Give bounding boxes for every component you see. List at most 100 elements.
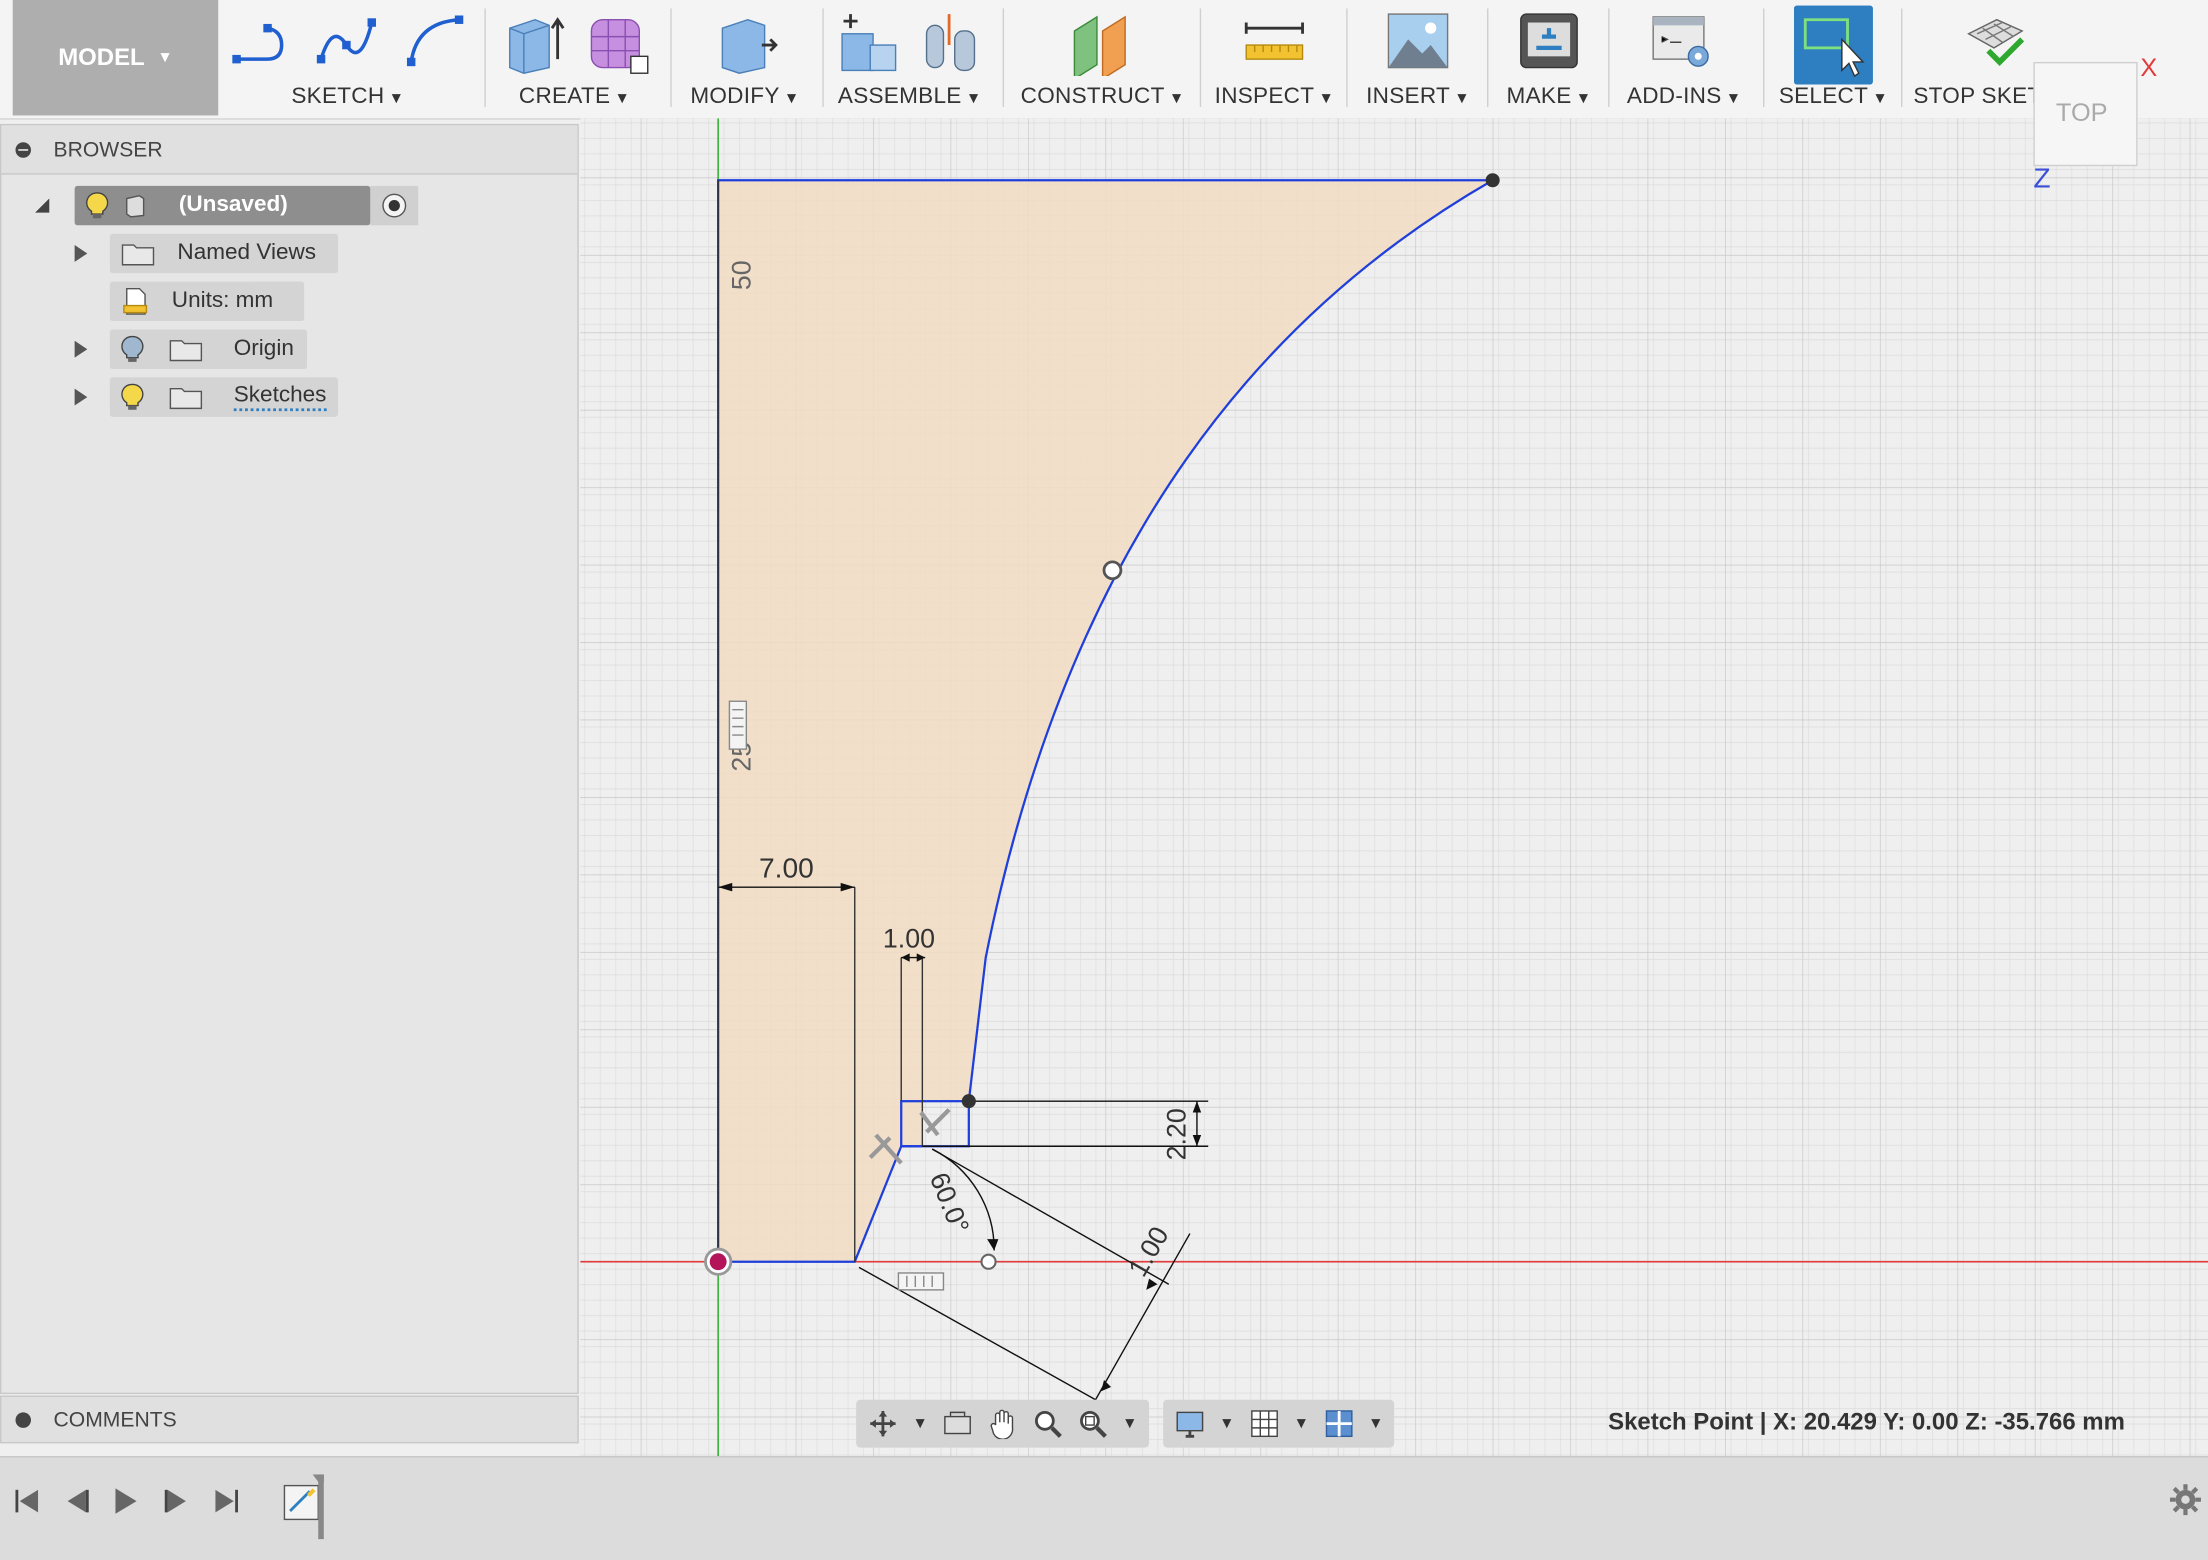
select-window-icon[interactable] <box>1793 5 1873 85</box>
assemble-group[interactable]: ASSEMBLE ▼ <box>831 0 989 115</box>
spline-tool-icon[interactable] <box>313 8 383 70</box>
expand-triangle-icon[interactable] <box>74 245 88 262</box>
form-icon[interactable] <box>583 8 651 76</box>
navigation-bar: ▼ ▼ ▼ ▼ ▼ <box>856 1399 1395 1448</box>
step-back-icon[interactable] <box>62 1486 93 1517</box>
dimension-1[interactable]: 1.00 <box>883 924 935 954</box>
measure-icon[interactable] <box>1241 8 1309 76</box>
make-group[interactable]: MAKE ▼ <box>1495 0 1602 115</box>
browser-item-label: Named Views <box>177 240 317 265</box>
browser-item-label: Origin <box>233 336 294 361</box>
joint-icon[interactable] <box>918 8 986 76</box>
folder-icon <box>169 387 203 410</box>
browser-item-units[interactable]: Units: mm <box>109 280 305 322</box>
folder-icon <box>169 340 203 362</box>
browser-item-sketches[interactable]: Sketches <box>74 376 338 418</box>
chevron-down-icon[interactable]: ▼ <box>912 1415 927 1432</box>
browser-header[interactable]: BROWSER <box>1 125 578 175</box>
workspace-label: MODEL <box>58 43 145 71</box>
construct-menu-label: CONSTRUCT <box>1020 84 1165 109</box>
browser-panel: BROWSER (Unsaved) Named Views Units: mm <box>0 123 579 1395</box>
assemble-menu-label: ASSEMBLE <box>837 84 962 109</box>
timeline-settings-gear-icon[interactable] <box>2169 1483 2203 1517</box>
browser-item-label: Sketches <box>233 383 327 412</box>
display-settings-icon[interactable] <box>1174 1408 1205 1439</box>
modify-group[interactable]: MODIFY ▼ <box>676 0 814 115</box>
select-menu-label: SELECT <box>1778 84 1869 109</box>
document-units-icon <box>123 287 148 315</box>
new-component-icon[interactable] <box>834 8 902 76</box>
expand-triangle-icon[interactable] <box>74 340 88 358</box>
lightbulb-icon[interactable] <box>121 383 144 411</box>
addins-menu-label: ADD-INS <box>1626 84 1722 109</box>
expand-comments-icon[interactable] <box>15 1411 31 1428</box>
orbit-icon[interactable] <box>867 1408 898 1439</box>
dimension-50[interactable]: 50 <box>727 260 757 290</box>
midpoint-constraint-icon[interactable] <box>728 700 748 750</box>
step-forward-icon[interactable] <box>161 1486 192 1517</box>
timeline-sketch-feature-icon[interactable] <box>282 1474 324 1544</box>
comments-panel[interactable]: COMMENTS <box>0 1395 579 1444</box>
collapse-icon[interactable] <box>15 141 31 158</box>
workspace-switcher[interactable]: MODEL ▼ <box>12 0 219 116</box>
origin-point-center[interactable] <box>709 1253 727 1271</box>
sketch-menu-label: SKETCH <box>291 84 385 109</box>
pan-hand-icon[interactable] <box>987 1408 1018 1440</box>
3d-print-icon[interactable] <box>1517 8 1582 73</box>
chevron-down-icon[interactable]: ▼ <box>1219 1415 1234 1432</box>
chevron-down-icon[interactable]: ▼ <box>1122 1415 1137 1432</box>
make-menu-label: MAKE <box>1506 84 1572 109</box>
sketch-canvas[interactable]: 7.00 1.00 2.20 60.0° 1.00 50 25 <box>580 118 2208 1457</box>
collapse-triangle-icon[interactable] <box>35 198 50 213</box>
go-to-start-icon[interactable] <box>11 1486 42 1517</box>
arc-tool-icon[interactable] <box>400 8 470 70</box>
zoom-icon[interactable] <box>1032 1408 1063 1439</box>
spline-fit-point[interactable] <box>1102 560 1123 581</box>
viewcube-z-axis: Z <box>2033 163 2051 195</box>
press-pull-icon[interactable] <box>711 8 779 76</box>
nav-group-view: ▼ ▼ <box>856 1399 1149 1448</box>
offset-plane-icon[interactable] <box>1066 8 1139 77</box>
addins-group[interactable]: ADD-INS ▼ <box>1617 0 1752 115</box>
sketch-svg[interactable]: 7.00 1.00 2.20 60.0° 1.00 50 25 <box>580 118 2208 1457</box>
insert-image-icon[interactable] <box>1386 8 1451 73</box>
scripts-icon[interactable] <box>1650 8 1718 76</box>
browser-item-label: Units: mm <box>171 288 274 313</box>
insert-group[interactable]: INSERT ▼ <box>1355 0 1482 115</box>
horizontal-constraint-icon[interactable] <box>897 1272 945 1291</box>
expand-triangle-icon[interactable] <box>74 388 88 406</box>
viewcube-face-label[interactable]: TOP <box>2056 99 2108 129</box>
activate-radio-icon[interactable] <box>370 185 419 226</box>
play-icon[interactable] <box>110 1486 141 1517</box>
stop-sketch-icon[interactable] <box>1960 8 2028 76</box>
zoom-window-icon[interactable] <box>1077 1408 1108 1439</box>
sketch-point-end[interactable] <box>961 1094 976 1109</box>
line-tool-icon[interactable] <box>225 8 295 70</box>
create-group[interactable]: CREATE ▼ <box>493 0 656 115</box>
select-group[interactable]: SELECT ▼ <box>1771 0 1895 115</box>
browser-item-named-views[interactable]: Named Views <box>74 232 338 274</box>
dimension-7[interactable]: 7.00 <box>759 852 814 883</box>
status-readout: Sketch Point | X: 20.429 Y: 0.00 Z: -35.… <box>1608 1408 2125 1435</box>
look-at-icon[interactable] <box>942 1408 973 1439</box>
lightbulb-icon[interactable] <box>86 192 109 220</box>
browser-root[interactable]: (Unsaved) <box>35 184 419 226</box>
browser-title: BROWSER <box>53 137 163 162</box>
sketch-point-end[interactable] <box>1485 173 1500 188</box>
sketch-group[interactable]: SKETCH ▼ <box>222 0 473 115</box>
create-menu-label: CREATE <box>518 84 611 109</box>
sketch-point[interactable] <box>980 1253 997 1270</box>
go-to-end-icon[interactable] <box>211 1486 242 1517</box>
lightbulb-off-icon[interactable] <box>121 335 144 363</box>
grid-settings-icon[interactable] <box>1249 1408 1280 1439</box>
viewcube-x-axis: X <box>2140 53 2158 82</box>
construct-group[interactable]: CONSTRUCT ▼ <box>1011 0 1194 115</box>
dimension-2-20[interactable]: 2.20 <box>1162 1108 1192 1160</box>
inspect-group[interactable]: INSPECT ▼ <box>1208 0 1340 115</box>
extrude-icon[interactable] <box>498 8 566 76</box>
viewports-icon[interactable] <box>1323 1408 1354 1439</box>
timeline <box>0 1456 2208 1560</box>
chevron-down-icon[interactable]: ▼ <box>1294 1415 1309 1432</box>
chevron-down-icon[interactable]: ▼ <box>1368 1415 1383 1432</box>
browser-item-origin[interactable]: Origin <box>74 328 307 370</box>
